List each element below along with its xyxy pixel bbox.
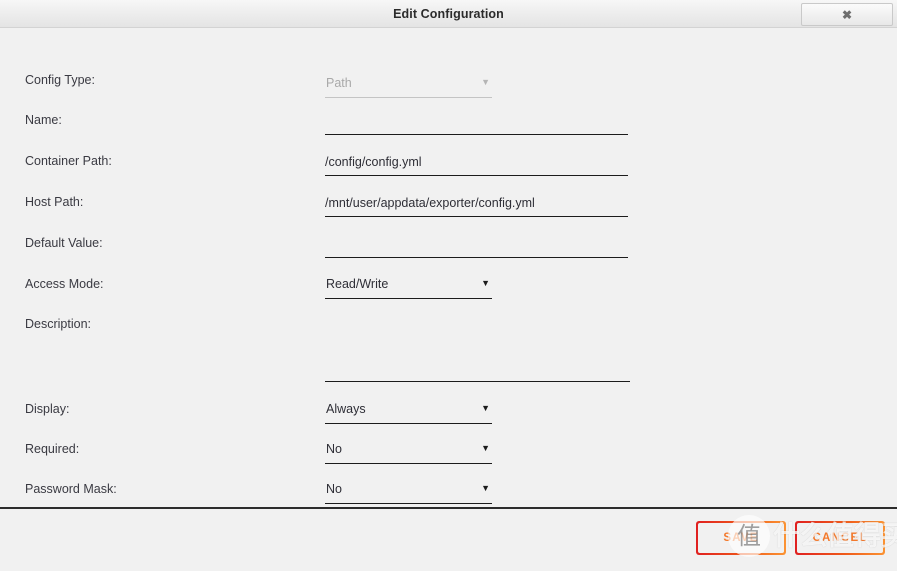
required-select[interactable]: No ▼ [325, 438, 492, 464]
window-titlebar: Edit Configuration ✖ [0, 0, 897, 28]
display-select[interactable]: Always ▼ [325, 398, 492, 424]
password-mask-select[interactable]: No ▼ [325, 478, 492, 504]
password-mask-select-value: No [326, 482, 342, 496]
save-button[interactable]: SAVE [696, 521, 786, 555]
required-select-value: No [326, 442, 342, 456]
footer-button-group: SAVE CANCEL [696, 521, 885, 555]
host-path-input[interactable] [325, 191, 628, 217]
label-config-type: Config Type: [25, 73, 95, 87]
display-select-value: Always [326, 402, 366, 416]
chevron-down-icon: ▼ [481, 403, 490, 413]
close-button[interactable]: ✖ [801, 3, 893, 26]
label-container-path: Container Path: [25, 154, 112, 168]
chevron-down-icon: ▼ [481, 77, 490, 87]
label-host-path: Host Path: [25, 195, 84, 209]
cancel-button-label: CANCEL [812, 532, 868, 544]
chevron-down-icon: ▼ [481, 278, 490, 288]
name-input[interactable] [325, 109, 628, 135]
cancel-button-inner: CANCEL [797, 523, 883, 553]
access-mode-select[interactable]: Read/Write ▼ [325, 273, 492, 299]
save-button-label: SAVE [723, 532, 759, 544]
label-required: Required: [25, 442, 80, 456]
config-type-select[interactable]: Path ▼ [325, 72, 492, 98]
close-icon: ✖ [841, 7, 853, 22]
save-button-inner: SAVE [698, 523, 784, 553]
config-type-select-value: Path [326, 76, 352, 90]
page-title: Edit Configuration [393, 6, 504, 21]
label-display: Display: [25, 402, 70, 416]
chevron-down-icon: ▼ [481, 483, 490, 493]
dialog-footer: SAVE CANCEL [0, 507, 897, 571]
cancel-button[interactable]: CANCEL [795, 521, 885, 555]
label-default-value: Default Value: [25, 236, 103, 250]
label-password-mask: Password Mask: [25, 482, 117, 496]
default-value-input[interactable] [325, 232, 628, 258]
chevron-down-icon: ▼ [481, 443, 490, 453]
label-name: Name: [25, 113, 62, 127]
container-path-input[interactable] [325, 150, 628, 176]
label-access-mode: Access Mode: [25, 277, 104, 291]
edit-configuration-form: Config Type: Path ▼ Name: Container Path… [0, 28, 897, 508]
description-textarea[interactable] [325, 314, 630, 382]
label-description: Description: [25, 317, 91, 331]
access-mode-select-value: Read/Write [326, 277, 389, 291]
